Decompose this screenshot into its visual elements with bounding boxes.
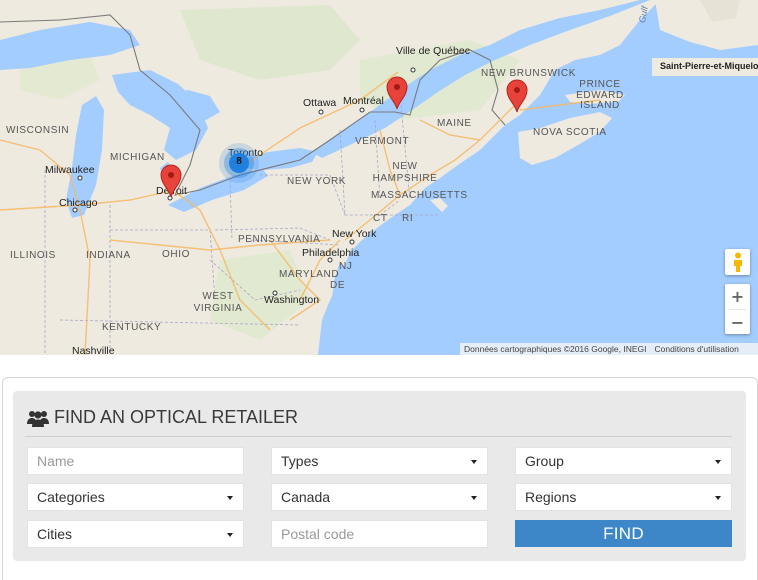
chevron-down-icon <box>471 460 477 464</box>
chevron-down-icon <box>227 496 233 500</box>
map-terms-link[interactable]: Conditions d'utilisation <box>655 344 739 354</box>
postal-code-input[interactable]: Postal code <box>271 520 488 548</box>
country-select[interactable]: Canada <box>271 483 488 511</box>
name-placeholder: Name <box>37 453 75 469</box>
map-attribution-bar: Données cartographiques ©2016 Google, IN… <box>460 343 758 355</box>
search-panel: FIND AN OPTICAL RETAILER Name Types Grou… <box>13 391 746 561</box>
chevron-down-icon <box>715 496 721 500</box>
zoom-controls: + − <box>725 284 750 334</box>
pegman-icon <box>733 252 742 272</box>
street-view-pegman[interactable] <box>725 249 750 275</box>
zoom-out-button[interactable]: − <box>725 310 750 335</box>
categories-label: Categories <box>37 489 105 505</box>
country-value: Canada <box>281 489 331 505</box>
chevron-down-icon <box>715 460 721 464</box>
map-cluster-toronto[interactable]: 8 <box>217 141 261 185</box>
chevron-down-icon <box>227 533 233 537</box>
map-marker-quebec[interactable] <box>386 76 408 110</box>
regions-select[interactable]: Regions <box>515 483 732 511</box>
panel-title-text: FIND AN OPTICAL RETAILER <box>54 407 299 427</box>
users-icon <box>27 410 49 427</box>
find-button[interactable]: FIND <box>515 520 732 547</box>
cities-label: Cities <box>37 526 73 542</box>
map-attribution: Données cartographiques ©2016 Google, IN… <box>464 344 647 354</box>
types-label: Types <box>281 453 319 469</box>
zoom-in-button[interactable]: + <box>725 284 750 309</box>
map-marker-new-brunswick[interactable] <box>506 79 528 113</box>
postal-code-placeholder: Postal code <box>281 526 355 542</box>
regions-label: Regions <box>525 489 577 505</box>
group-label: Group <box>525 453 564 469</box>
chevron-down-icon <box>471 496 477 500</box>
city-dots <box>72 67 416 296</box>
group-select[interactable]: Group <box>515 447 732 475</box>
cluster-count: 8 <box>236 156 242 167</box>
panel-divider <box>25 436 732 437</box>
name-input[interactable]: Name <box>27 447 244 475</box>
panel-title: FIND AN OPTICAL RETAILER <box>27 407 298 428</box>
map-marker-detroit[interactable] <box>160 164 182 198</box>
cities-select[interactable]: Cities <box>27 520 244 548</box>
categories-select[interactable]: Categories <box>27 483 244 511</box>
types-select[interactable]: Types <box>271 447 488 475</box>
map[interactable]: WISCONSIN MICHIGAN Milwaukee Chicago Det… <box>0 0 758 355</box>
